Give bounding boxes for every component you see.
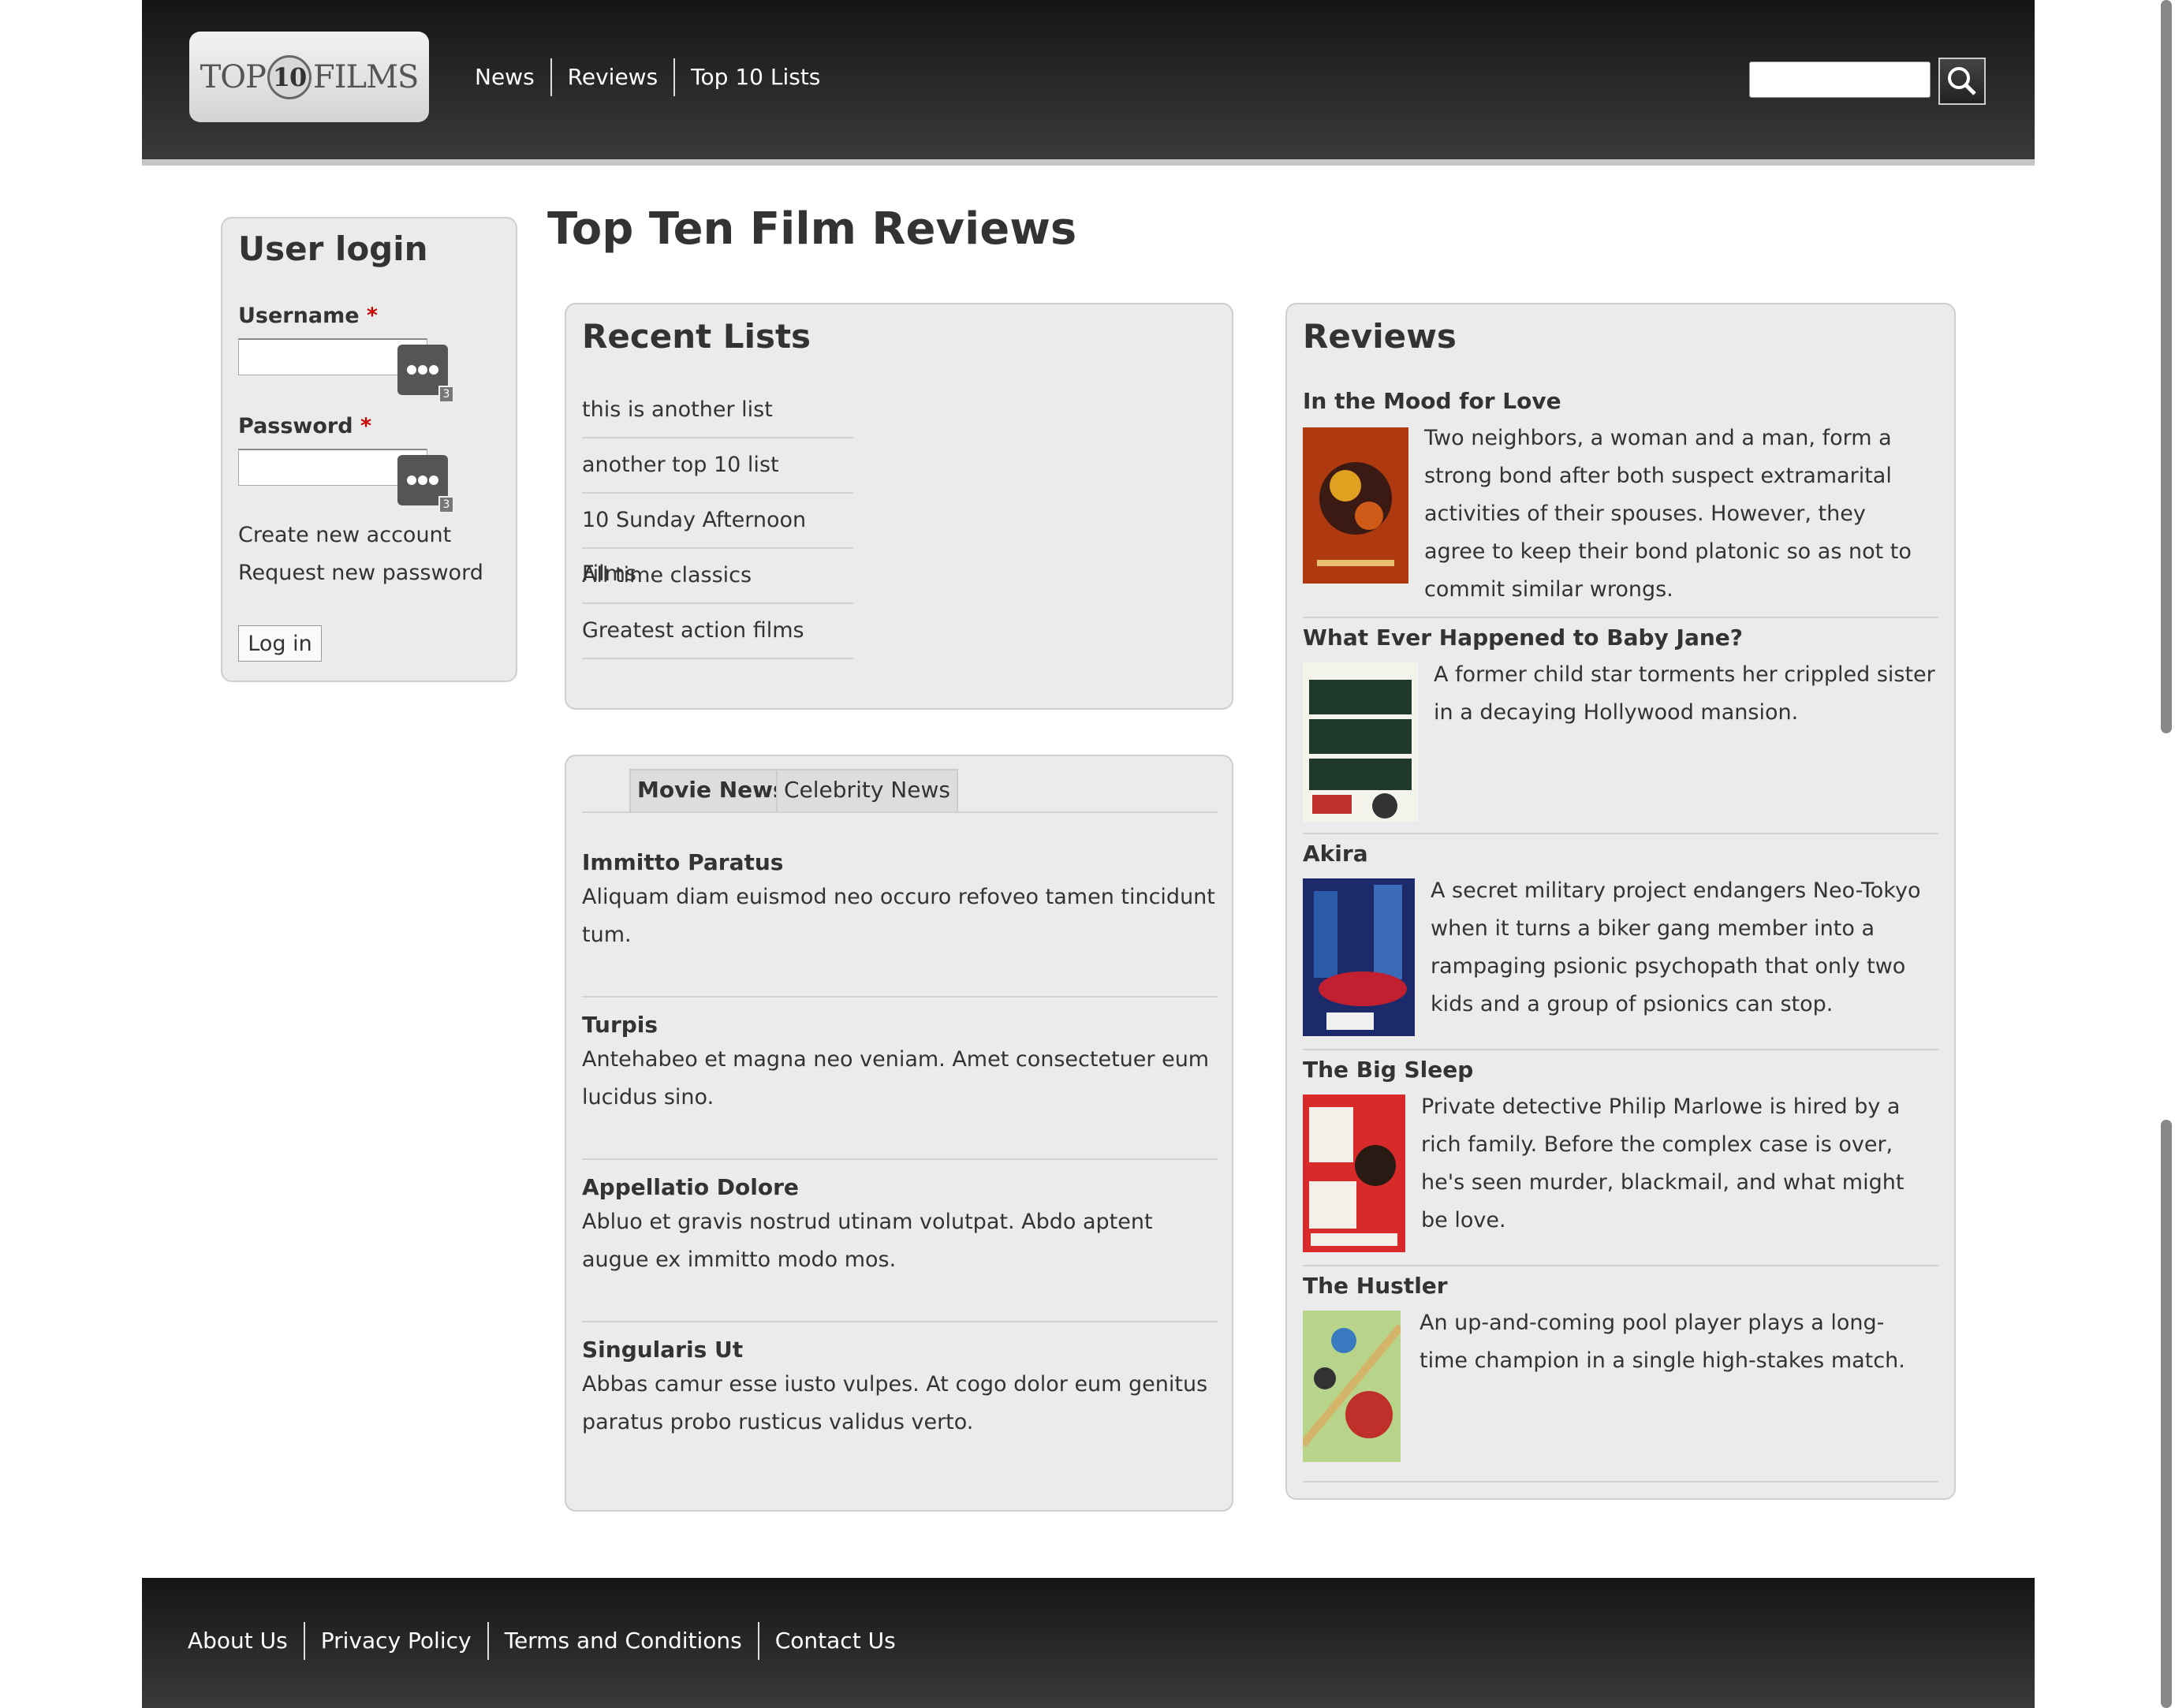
review-description: A secret military project endangers Neo-… [1431, 878, 1921, 1016]
count-badge: 3 [438, 386, 454, 403]
search-icon [1948, 67, 1976, 95]
recent-list-item[interactable]: this is another list [582, 383, 853, 438]
footer-link-contact[interactable]: Contact Us [757, 1622, 912, 1660]
logo-films-text: FILMS [312, 58, 419, 95]
poster-image[interactable] [1303, 878, 1415, 1036]
tab-movie-news[interactable]: Movie News [629, 769, 794, 813]
review-title[interactable]: The Big Sleep [1303, 1057, 1938, 1083]
review-title[interactable]: Akira [1303, 841, 1938, 867]
site-logo[interactable]: TOP 10 FILMS [189, 32, 429, 122]
site-footer: About Us Privacy Policy Terms and Condit… [142, 1578, 2035, 1708]
required-marker: * [360, 414, 372, 438]
footer-link-about[interactable]: About Us [172, 1622, 304, 1660]
news-item-body: Abluo et gravis nostrud utinam volutpat.… [582, 1210, 1153, 1272]
news-item: Turpis Antehabeo et magna neo veniam. Am… [582, 1012, 1218, 1160]
poster-image[interactable] [1303, 662, 1418, 822]
username-label-text: Username [238, 304, 360, 328]
recent-list-item[interactable]: Greatest action films [582, 604, 853, 659]
news-item-title[interactable]: Turpis [582, 1012, 1218, 1038]
news-item-title[interactable]: Immitto Paratus [582, 849, 1218, 875]
review-description: A former child star torments her cripple… [1434, 662, 1935, 725]
news-item-body: Abbas camur esse iusto vulpes. At cogo d… [582, 1372, 1208, 1434]
count-badge: 3 [438, 496, 454, 513]
review-description: Two neighbors, a woman and a man, form a… [1424, 426, 1912, 602]
review-item: In the Mood for Love Two neighbors, a wo… [1303, 388, 1938, 618]
password-label-text: Password [238, 414, 353, 438]
news-item-title[interactable]: Singularis Ut [582, 1337, 1218, 1363]
footer-nav: About Us Privacy Policy Terms and Condit… [172, 1622, 912, 1660]
news-item: Singularis Ut Abbas camur esse iusto vul… [582, 1337, 1218, 1483]
login-title: User login [238, 229, 428, 268]
logo-top-text: TOP [200, 58, 267, 95]
username-label: Username * [238, 304, 378, 328]
reviews-block: Reviews In the Mood for Love Two neighbo… [1285, 303, 1956, 1500]
password-manager-button[interactable]: 3 [397, 455, 454, 513]
logo-ten-badge: 10 [267, 54, 312, 99]
review-title[interactable]: The Hustler [1303, 1273, 1938, 1299]
user-login-block: User login Username * 3 Password * 3 Cre… [221, 217, 517, 682]
review-item: The Big Sleep Private detective Philip M… [1303, 1057, 1938, 1266]
create-account-link[interactable]: Create new account [238, 523, 451, 547]
nav-news[interactable]: News [459, 58, 550, 96]
main-nav: News Reviews Top 10 Lists [459, 58, 836, 96]
news-item-body: Aliquam diam euismod neo occuro refoveo … [582, 885, 1215, 947]
tab-divider [582, 811, 1218, 813]
review-description: An up-and-coming pool player plays a lon… [1420, 1311, 1905, 1373]
page-title: Top Ten Film Reviews [547, 203, 1077, 255]
scrollbar-thumb[interactable] [2161, 0, 2172, 733]
review-item: What Ever Happened to Baby Jane? A forme… [1303, 625, 1938, 834]
news-item-body: Antehabeo et magna neo veniam. Amet cons… [582, 1047, 1210, 1109]
recent-lists-block: Recent Lists this is another list anothe… [565, 303, 1233, 710]
login-button[interactable]: Log in [238, 625, 322, 662]
review-description: Private detective Philip Marlowe is hire… [1421, 1095, 1905, 1233]
nav-top-10-lists[interactable]: Top 10 Lists [673, 58, 836, 96]
recent-list-item[interactable]: another top 10 list [582, 438, 853, 494]
review-item: Akira A secret military project endanger… [1303, 841, 1938, 1050]
poster-image[interactable] [1303, 1311, 1401, 1462]
news-item: Appellatio Dolore Abluo et gravis nostru… [582, 1174, 1218, 1322]
poster-image[interactable] [1303, 427, 1408, 584]
nav-reviews[interactable]: Reviews [550, 58, 674, 96]
request-password-link[interactable]: Request new password [238, 561, 483, 585]
required-marker: * [366, 304, 379, 328]
poster-image[interactable] [1303, 1095, 1405, 1252]
review-item: The Hustler An up-and-coming pool player… [1303, 1273, 1938, 1482]
news-block: Movie News Celebrity News Immitto Paratu… [565, 755, 1233, 1512]
footer-link-privacy[interactable]: Privacy Policy [303, 1622, 487, 1660]
review-title[interactable]: In the Mood for Love [1303, 388, 1938, 414]
tab-celebrity-news[interactable]: Celebrity News [776, 769, 958, 813]
news-item-title[interactable]: Appellatio Dolore [582, 1174, 1218, 1200]
search-input[interactable] [1749, 62, 1931, 98]
recent-list-item[interactable]: All time classics [582, 549, 853, 604]
site-header: TOP 10 FILMS News Reviews Top 10 Lists [142, 0, 2035, 166]
scrollbar-thumb[interactable] [2161, 1120, 2172, 1708]
reviews-title: Reviews [1303, 317, 1457, 356]
footer-link-terms[interactable]: Terms and Conditions [487, 1622, 758, 1660]
review-title[interactable]: What Ever Happened to Baby Jane? [1303, 625, 1938, 651]
password-label: Password * [238, 414, 371, 438]
recent-lists-title: Recent Lists [582, 317, 811, 356]
recent-list-item[interactable]: 10 Sunday Afternoon Films [582, 494, 853, 586]
news-item: Immitto Paratus Aliquam diam euismod neo… [582, 849, 1218, 998]
search-button[interactable] [1938, 58, 1986, 105]
password-manager-button[interactable]: 3 [397, 345, 454, 403]
